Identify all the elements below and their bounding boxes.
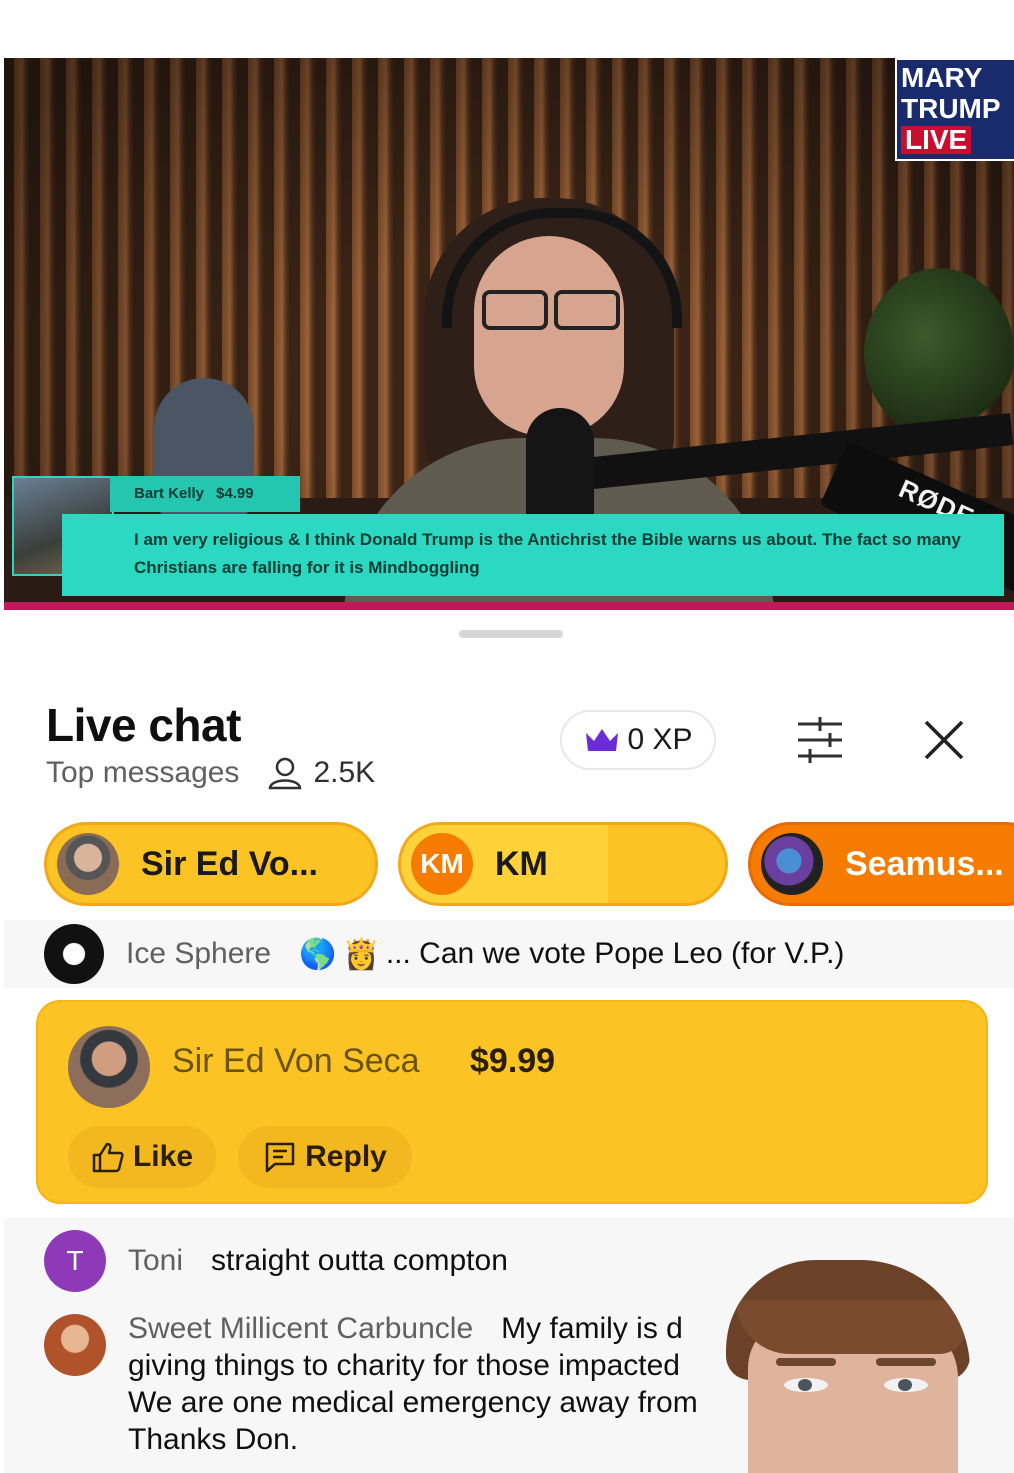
pinned-chip[interactable]: Sir Ed Vo... — [44, 822, 378, 906]
reply-label: Reply — [305, 1140, 387, 1173]
show-logo-live: LIVE — [901, 126, 972, 154]
pinned-chip-label: Seamus... — [845, 844, 1004, 883]
superchat-card[interactable]: Sir Ed Von Seca $9.99 Like Reply — [36, 1000, 988, 1204]
overlay-brow — [776, 1358, 836, 1366]
overlay-eye — [784, 1378, 828, 1392]
xp-button[interactable]: 0 XP — [560, 710, 716, 770]
overlay-brow — [876, 1358, 936, 1366]
show-logo: MARY TRUMP LIVE — [895, 58, 1014, 161]
show-logo-line2: TRUMP — [901, 93, 1001, 124]
superchat-overlay-name: Bart Kelly — [134, 485, 205, 502]
sliders-icon[interactable] — [790, 714, 850, 766]
person-icon — [269, 757, 302, 790]
avatar — [57, 833, 119, 895]
message-text: My family is d — [501, 1312, 683, 1345]
pinned-chip[interactable]: KM KM — [398, 822, 728, 906]
superchat-overlay-header: Bart Kelly $4.99 — [110, 476, 300, 512]
message-author: Toni — [128, 1244, 184, 1277]
avatar: T — [44, 1230, 106, 1292]
avatar: KM — [411, 833, 473, 895]
chat-title: Live chat — [46, 699, 241, 751]
pinned-chip-label: Sir Ed Vo... — [141, 844, 318, 883]
video-plant — [864, 268, 1014, 438]
viewer-count: 2.5K — [267, 756, 375, 790]
superchat-overlay-message: I am very religious & I think Donald Tru… — [62, 514, 1004, 596]
show-logo-line1: MARY — [901, 62, 983, 93]
superchat-author: Sir Ed Von Seca — [172, 1042, 420, 1080]
creator-face-overlay — [726, 1260, 970, 1473]
thumbs-up-icon — [92, 1142, 124, 1173]
drag-handle[interactable] — [459, 630, 563, 638]
avatar — [68, 1026, 150, 1108]
chat-subtitle: Top messages 2.5K — [46, 756, 375, 790]
message-text: straight outta compton — [211, 1244, 508, 1277]
like-button[interactable]: Like — [68, 1126, 216, 1188]
pinned-chip[interactable]: Seamus... — [748, 822, 1014, 906]
message-author: Sweet Millicent Carbuncle — [128, 1312, 474, 1345]
crown-icon — [586, 729, 619, 751]
reply-icon — [265, 1142, 295, 1173]
reply-button[interactable]: Reply — [238, 1126, 412, 1188]
globe-emoji: 🌎 — [299, 937, 337, 971]
chat-message[interactable]: Ice Sphere 🌎 👸 ... Can we vote Pope Leo … — [4, 920, 1014, 988]
like-label: Like — [132, 1140, 194, 1173]
superchat-overlay-amount: $4.99 — [216, 485, 254, 502]
message-text: ... Can we vote Pope Leo (for V.P.) — [385, 937, 845, 970]
princess-emoji: 👸 — [342, 937, 380, 971]
viewer-count-value: 2.5K — [313, 756, 376, 789]
video-progress-line — [4, 602, 1014, 610]
close-icon[interactable] — [920, 716, 968, 764]
xp-label: 0 XP — [627, 723, 693, 756]
avatar — [44, 924, 104, 984]
pinned-chip-label: KM — [495, 844, 548, 883]
message-author: Ice Sphere — [126, 937, 272, 970]
chat-mode-selector[interactable]: Top messages — [46, 756, 239, 790]
overlay-fringe — [736, 1300, 966, 1354]
avatar — [761, 833, 823, 895]
avatar — [44, 1314, 106, 1376]
pinned-superchats: Sir Ed Vo... KM KM Seamus... — [4, 822, 1014, 912]
superchat-amount: $9.99 — [470, 1042, 556, 1080]
overlay-eye — [884, 1378, 928, 1392]
